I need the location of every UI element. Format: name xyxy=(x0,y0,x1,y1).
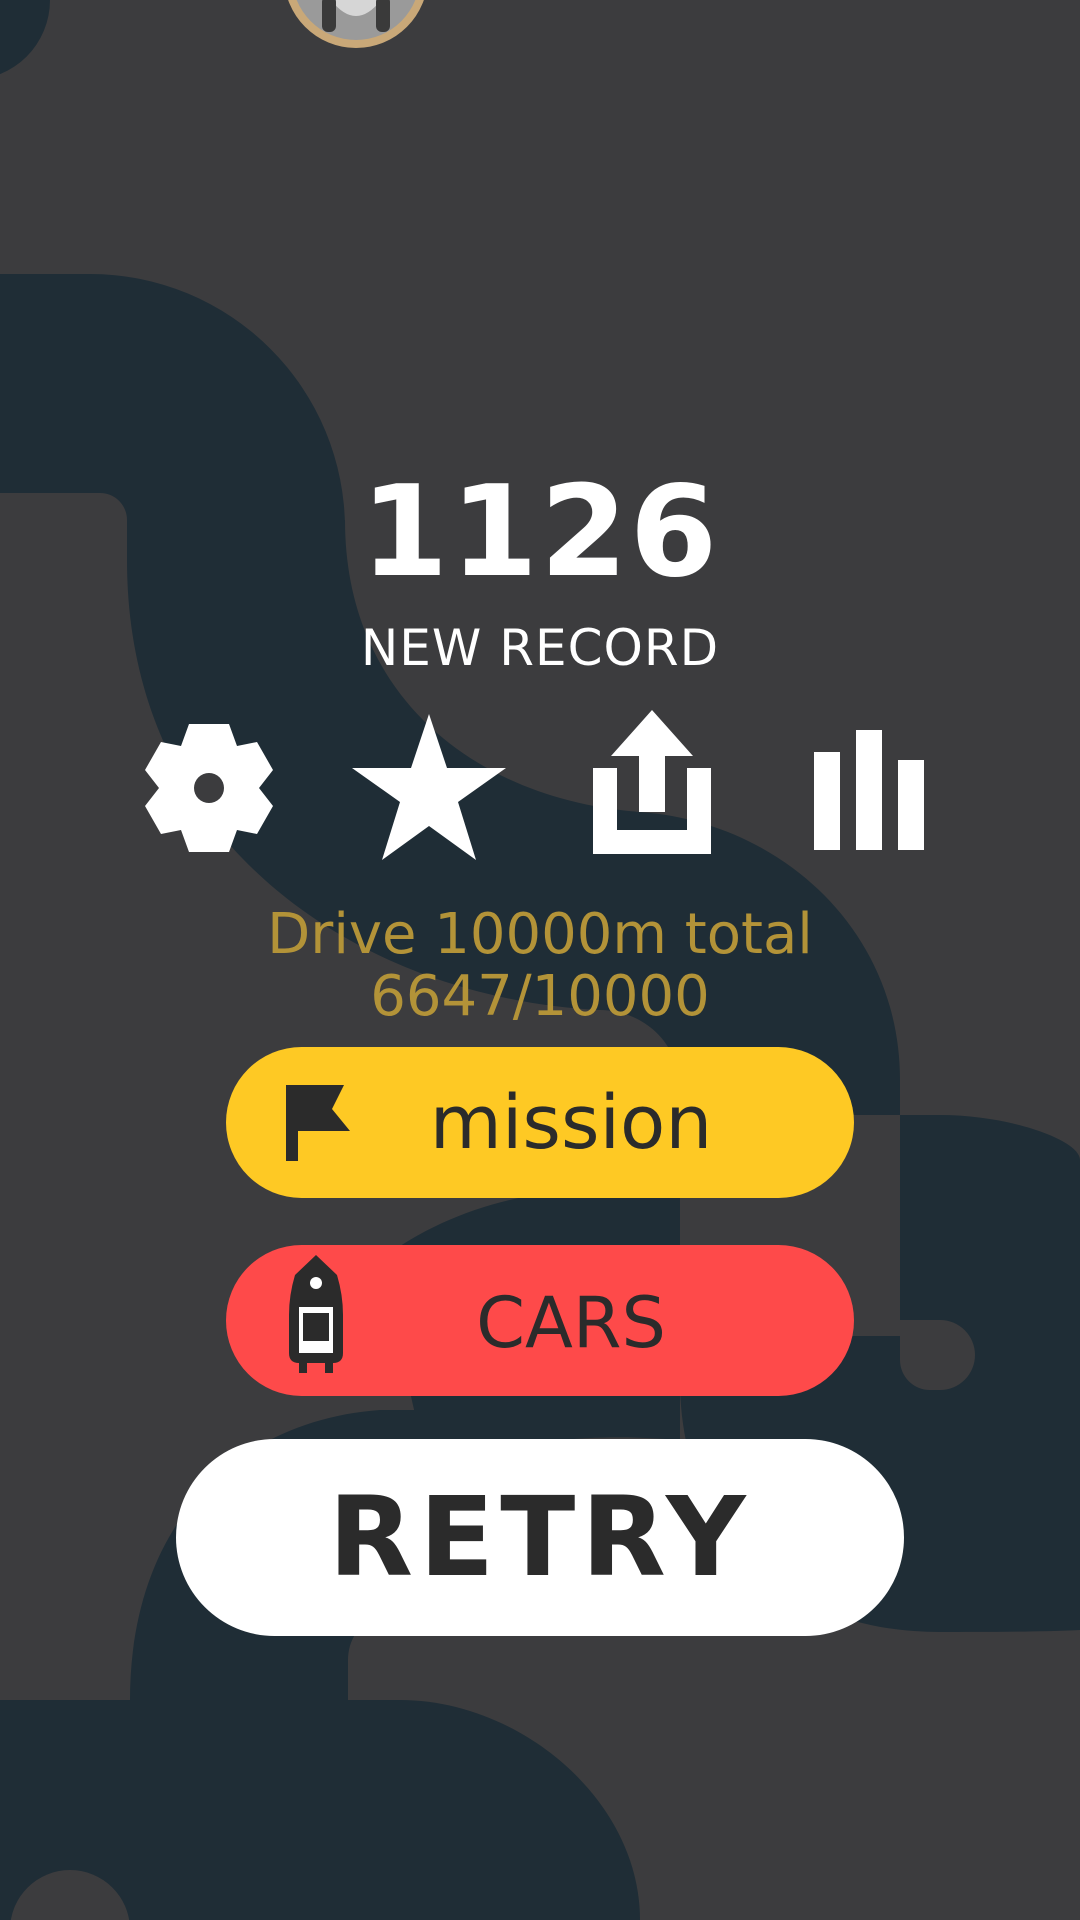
mission-description: Drive 10000m total xyxy=(267,902,813,967)
score-value: 1126 xyxy=(360,458,720,605)
cars-button[interactable]: CARS xyxy=(226,1245,854,1396)
retry-button-label: RETRY xyxy=(328,1473,752,1601)
mission-progress: 6647/10000 xyxy=(370,964,710,1029)
share-icon[interactable] xyxy=(593,710,711,854)
leaderboard-icon[interactable] xyxy=(814,730,924,850)
cars-button-label: CARS xyxy=(476,1282,666,1364)
raccoon-avatar-icon[interactable] xyxy=(284,0,428,52)
mission-button[interactable]: mission xyxy=(226,1047,854,1198)
new-record-label: NEW RECORD xyxy=(360,619,720,677)
retry-button[interactable]: RETRY xyxy=(176,1439,904,1636)
gear-icon[interactable] xyxy=(145,720,273,856)
mission-button-label: mission xyxy=(429,1080,713,1166)
flag-icon xyxy=(286,1085,350,1161)
star-icon[interactable] xyxy=(352,714,506,860)
game-over-screen: 1126 NEW RECORD Drive 10000m total 6647/… xyxy=(0,0,1080,1920)
car-icon xyxy=(289,1255,343,1373)
